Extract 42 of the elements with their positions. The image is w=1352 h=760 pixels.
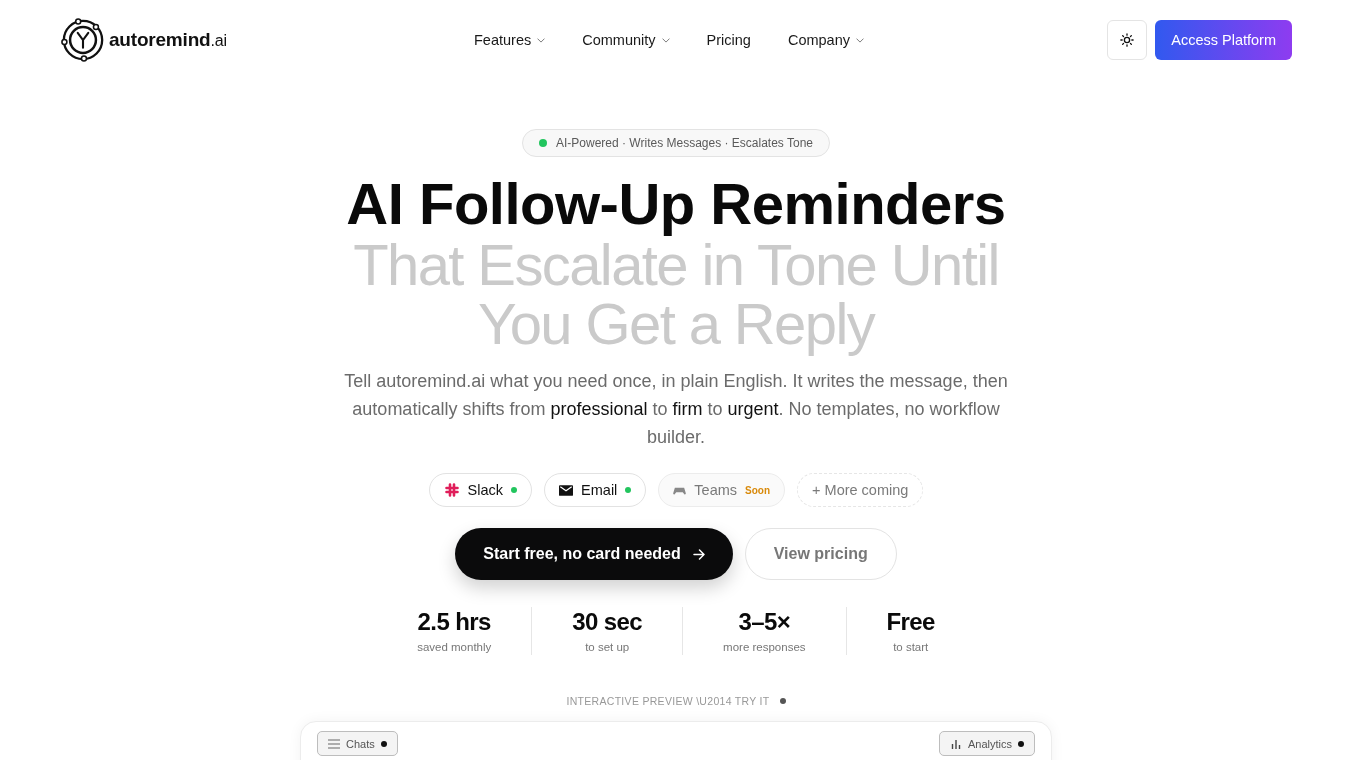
nav-link[interactable]: Features: [474, 32, 546, 48]
stat-value: 3–5×: [738, 607, 791, 637]
stat-label: more responses: [723, 640, 806, 655]
theme-toggle-button[interactable]: [1107, 20, 1148, 60]
bar-chart-icon: [949, 738, 962, 749]
preview-tab[interactable]: Analytics: [938, 731, 1035, 756]
soon-tag: Soon: [745, 484, 771, 496]
gamepad-icon: [673, 485, 687, 495]
dot-icon: [779, 698, 786, 704]
stat-label: to start: [893, 640, 929, 655]
status-dot-icon: [625, 487, 632, 493]
stat-label: saved monthly: [417, 640, 492, 655]
channel-name: Slack: [467, 482, 504, 498]
headline: AI Follow-Up Reminders: [346, 173, 1006, 235]
nav-link[interactable]: Community: [582, 32, 670, 48]
status-dot-icon: [511, 487, 518, 493]
badge-text: AI-Powered · Writes Messages · Escalates Tone: [556, 136, 813, 150]
preview-caption: INTERACTIVE PREVIEW \U2014 TRY IT: [566, 695, 770, 707]
stat-value: Free: [886, 607, 935, 637]
menu-icon: [328, 738, 340, 749]
logo-icon: [60, 17, 106, 63]
dot-icon: [380, 740, 387, 747]
slack-icon: [443, 482, 460, 498]
channel-name: + More coming: [812, 482, 909, 498]
nav-link[interactable]: Pricing: [706, 32, 751, 48]
status-dot-icon: [539, 139, 547, 147]
channel-name: Teams: [694, 482, 738, 498]
view-pricing-button[interactable]: View pricing: [744, 528, 897, 580]
mail-icon: [559, 484, 574, 496]
nav-link[interactable]: Company: [787, 32, 864, 48]
brand-name[interactable]: autoremind.ai: [109, 29, 227, 51]
dot-icon: [1018, 740, 1024, 747]
sun-icon: [1120, 33, 1135, 47]
arrow-right-icon: [692, 548, 705, 560]
channel-name: Email: [581, 482, 618, 498]
description: Tell autoremind.ai what you need once, in plain English. It writes the message, then automatically shifts from professional to firm to urgent. No templates, no workflow builder.: [343, 370, 1009, 449]
preview-tab[interactable]: Chats: [317, 731, 398, 756]
access-platform-button[interactable]: Access Platform: [1155, 20, 1292, 60]
stat-value: 2.5 hrs: [417, 607, 491, 637]
stat-label: to set up: [585, 640, 630, 655]
start-free-button[interactable]: Start free, no card needed: [455, 528, 733, 580]
stat-value: 30 sec: [572, 607, 643, 637]
